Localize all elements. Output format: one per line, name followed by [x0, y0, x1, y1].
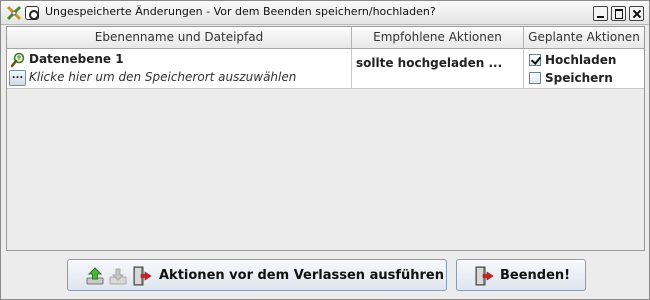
upload-icon: [86, 267, 104, 285]
save-icon: [109, 268, 127, 285]
table-row[interactable]: Datenebene 1 ... Klicke hier um den Spei…: [7, 49, 644, 89]
window-title: Ungespeicherte Änderungen - Vor dem Been…: [45, 5, 436, 18]
maximize-button[interactable]: [611, 6, 626, 21]
data-layer-icon: [10, 52, 25, 68]
dialog-window: Ungespeicherte Änderungen - Vor dem Been…: [0, 0, 650, 300]
exit-label: Beenden!: [500, 268, 571, 283]
layer-cell[interactable]: Datenebene 1 ... Klicke hier um den Spei…: [7, 49, 352, 89]
browse-location-button[interactable]: ...: [9, 70, 26, 86]
run-actions-button[interactable]: Aktionen vor dem Verlassen ausführen: [67, 259, 447, 291]
exit-door-icon: [475, 266, 494, 286]
close-button[interactable]: [629, 6, 644, 21]
minimize-button[interactable]: [593, 6, 608, 21]
exit-door-icon: [133, 266, 152, 286]
title-bar[interactable]: Ungespeicherte Änderungen - Vor dem Been…: [1, 1, 649, 25]
upload-checkbox[interactable]: [529, 54, 541, 66]
column-header-layer[interactable]: Ebenenname und Dateipfad: [7, 27, 352, 48]
save-checkbox-label[interactable]: Speichern: [545, 70, 613, 86]
recommended-action-cell: sollte hochgeladen ...: [352, 49, 524, 89]
table-header: Ebenenname und Dateipfad Empfohlene Akti…: [7, 27, 644, 49]
system-menu-icon[interactable]: [25, 6, 39, 20]
run-actions-label: Aktionen vor dem Verlassen ausführen: [159, 268, 444, 283]
recommended-action-text: sollte hochgeladen ...: [356, 56, 503, 70]
exit-button[interactable]: Beenden!: [456, 259, 586, 291]
upload-checkbox-label[interactable]: Hochladen: [545, 52, 616, 68]
column-header-recommended[interactable]: Empfohlene Aktionen: [352, 27, 524, 48]
file-path-hint[interactable]: Klicke hier um den Speicherort auszuwähl…: [29, 70, 296, 84]
column-header-planned[interactable]: Geplante Aktionen: [524, 27, 644, 48]
layer-name: Datenebene 1: [29, 52, 124, 66]
planned-actions-cell: Hochladen Speichern: [524, 49, 644, 89]
josm-app-icon[interactable]: [6, 5, 22, 21]
layers-table[interactable]: Ebenenname und Dateipfad Empfohlene Akti…: [6, 26, 645, 251]
save-checkbox[interactable]: [529, 72, 541, 84]
